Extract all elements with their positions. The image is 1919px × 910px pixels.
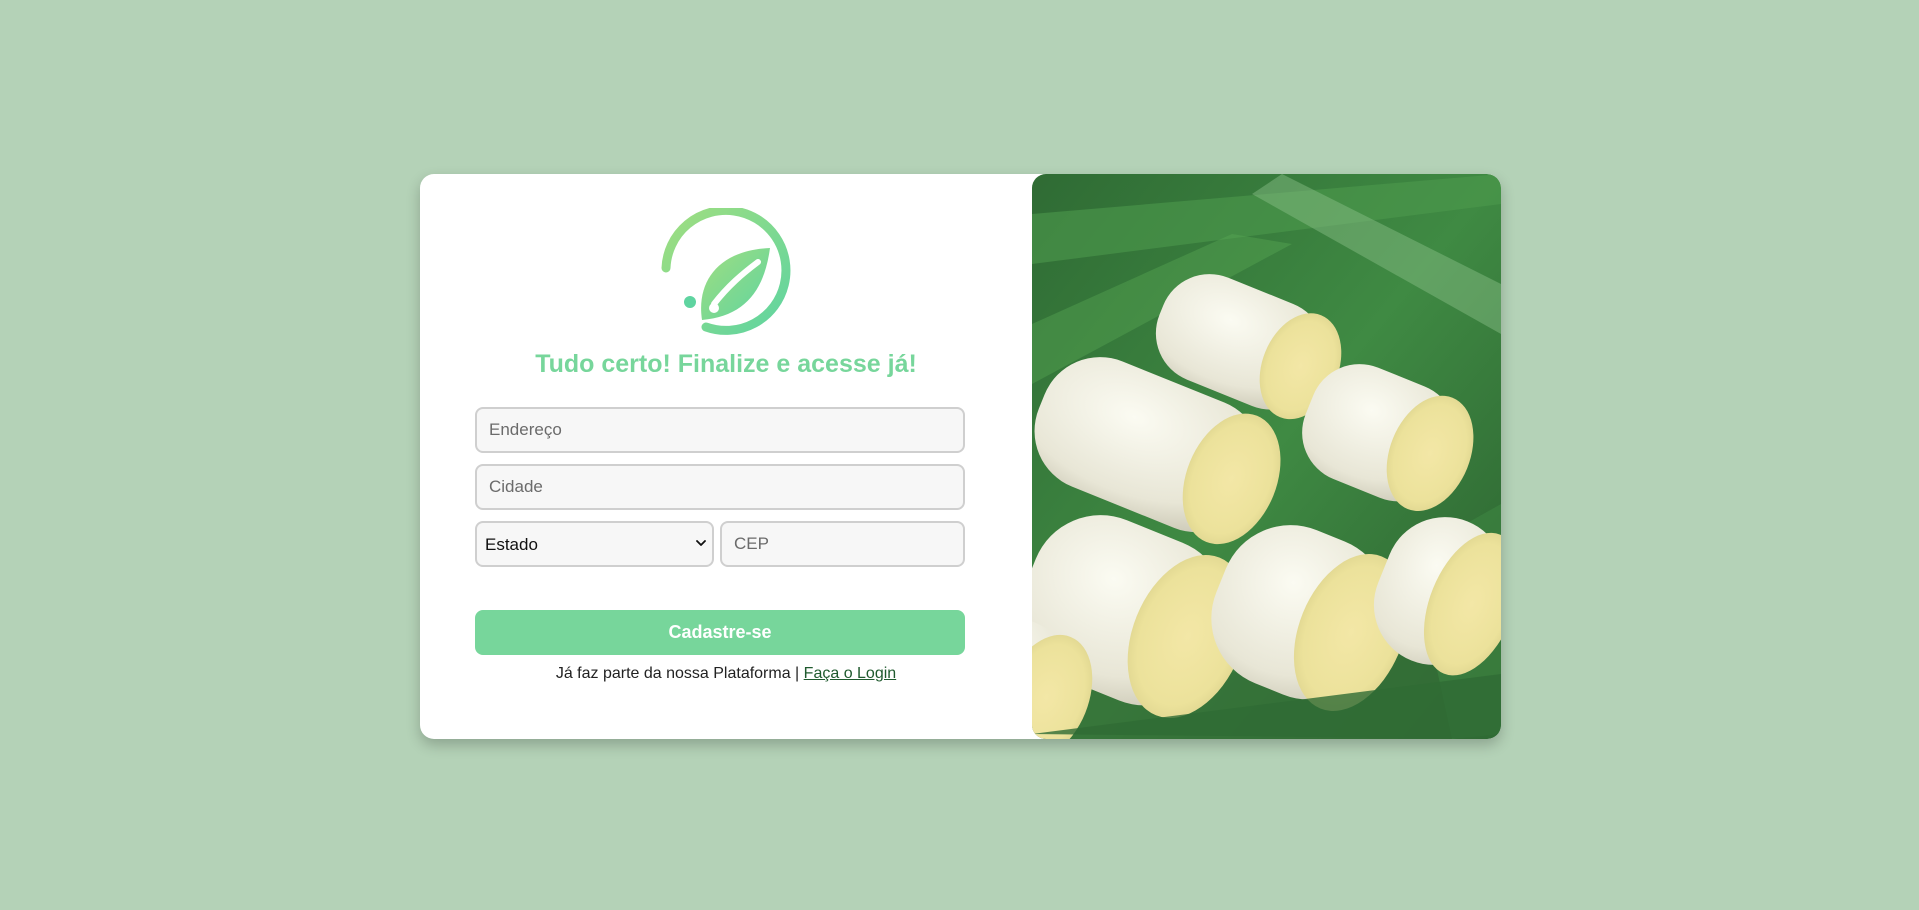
hero-image [1032, 174, 1501, 739]
page-title: Tudo certo! Finalize e acesse já! [535, 350, 917, 378]
leaf-logo-icon [661, 208, 791, 335]
zip-input[interactable] [720, 521, 965, 567]
state-select[interactable]: Estado [475, 521, 714, 567]
address-input[interactable] [475, 407, 965, 453]
login-link[interactable]: Faça o Login [804, 665, 897, 682]
city-input[interactable] [475, 464, 965, 510]
palm-hearts-photo [1032, 174, 1501, 739]
signup-card: Tudo certo! Finalize e acesse já! Estado… [420, 174, 1501, 739]
login-prompt: Já faz parte da nossa Plataforma | Faça … [420, 665, 1032, 683]
signup-button[interactable]: Cadastre-se [475, 610, 965, 655]
login-prompt-text: Já faz parte da nossa Plataforma | [555, 665, 800, 682]
signup-form-panel: Tudo certo! Finalize e acesse já! Estado… [420, 174, 1032, 739]
